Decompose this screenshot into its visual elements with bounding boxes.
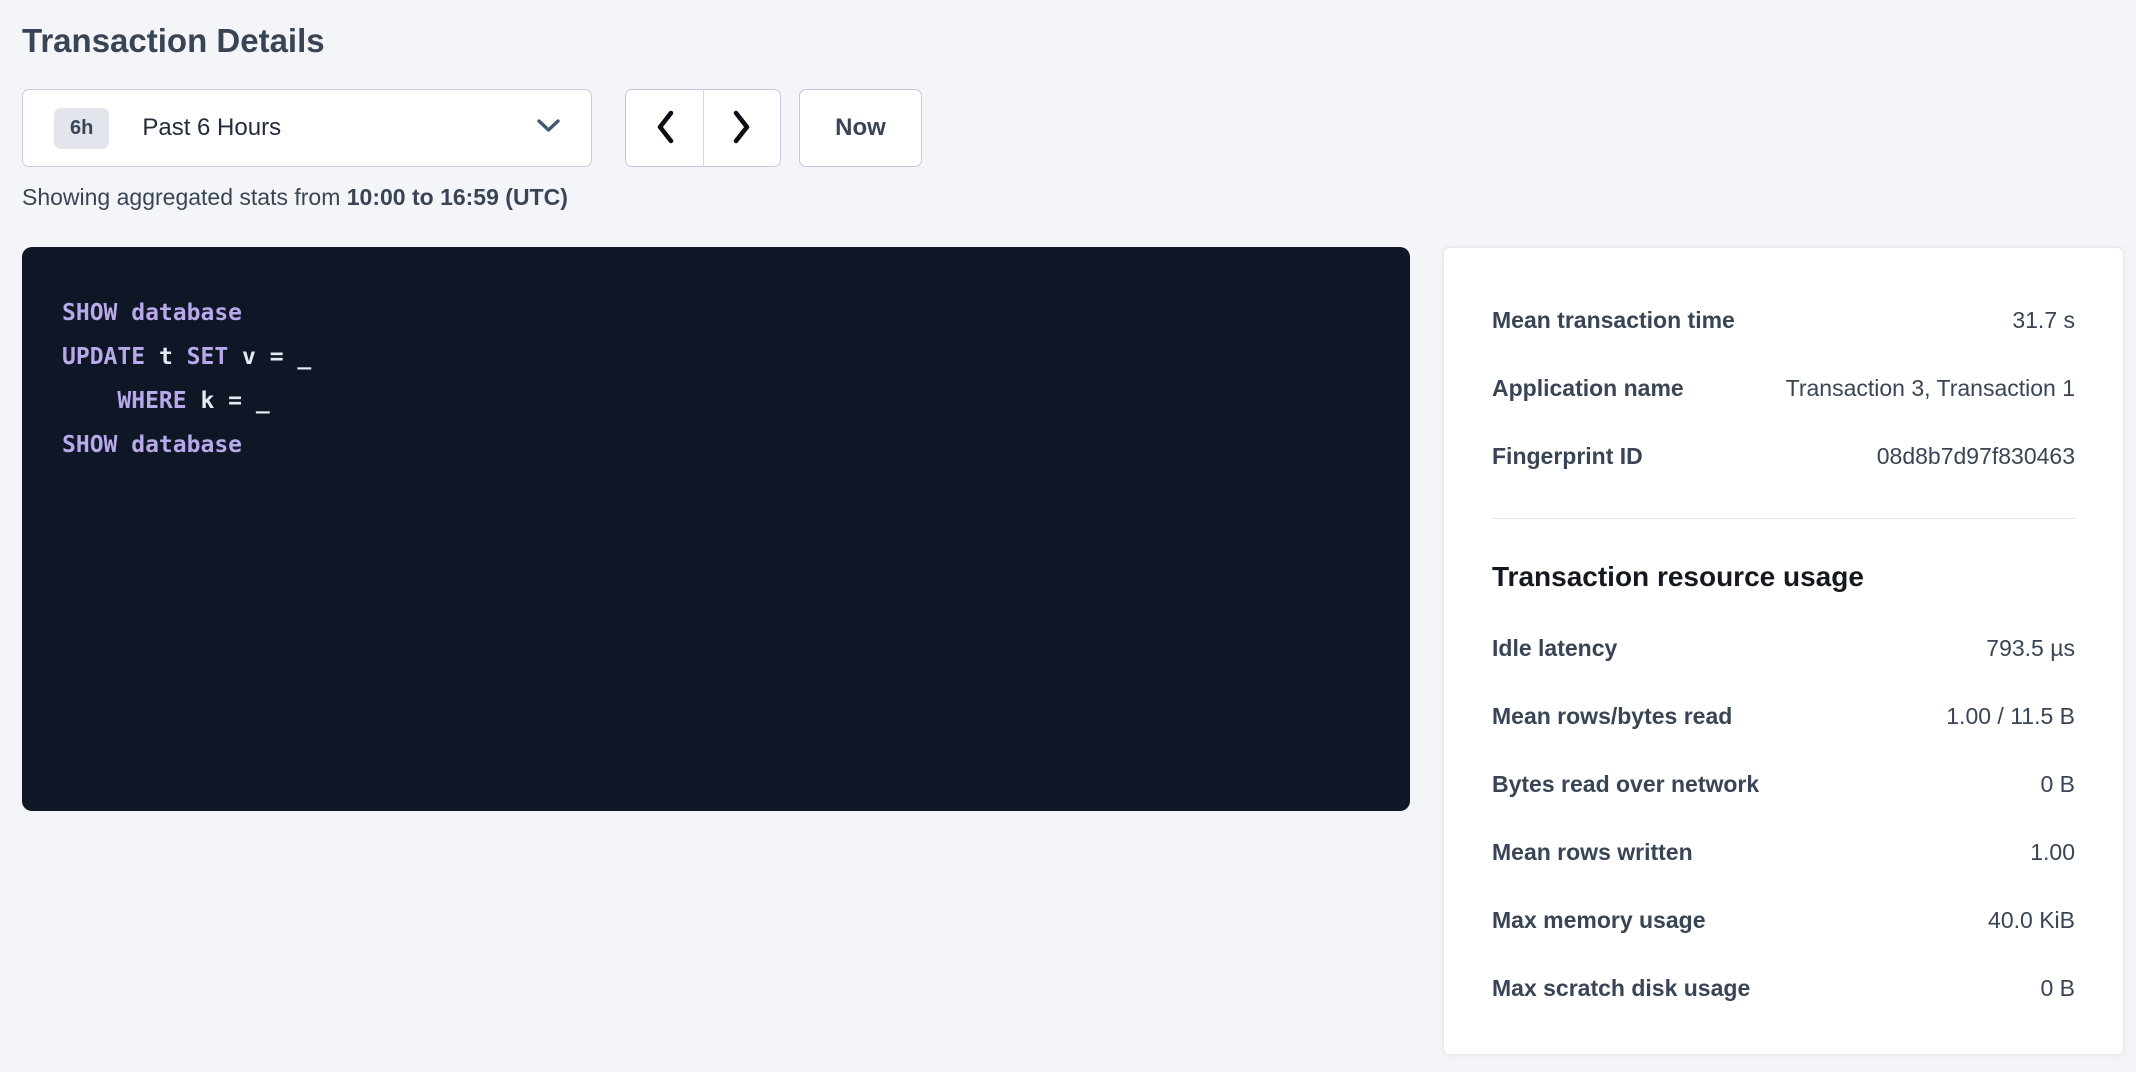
sql-line: SHOW database	[62, 423, 1370, 467]
stat-row: Mean rows/bytes read 1.00 / 11.5 B	[1492, 702, 2075, 730]
chevron-left-icon	[654, 109, 676, 148]
stat-row: Max scratch disk usage 0 B	[1492, 974, 2075, 1002]
aggregation-note-range: 10:00 to 16:59 (UTC)	[347, 184, 568, 210]
stat-value: 31.7 s	[2012, 306, 2075, 334]
aggregation-note-prefix: Showing aggregated stats from	[22, 184, 347, 210]
sql-statements-box: SHOW database UPDATE t SET v = _ WHERE k …	[22, 247, 1410, 811]
chevron-right-icon	[731, 109, 753, 148]
transaction-stats-card: Mean transaction time 31.7 s Application n…	[1443, 247, 2124, 1055]
page-title: Transaction Details	[22, 20, 2124, 61]
stat-value: Transaction 3, Transaction 1	[1786, 374, 2075, 402]
sql-keyword: SET	[187, 344, 229, 370]
stat-label: Mean rows written	[1492, 838, 1693, 866]
stat-label: Fingerprint ID	[1492, 442, 1643, 470]
chevron-down-icon	[536, 118, 561, 138]
stat-value: 40.0 KiB	[1988, 906, 2075, 934]
sql-line: WHERE k = _	[62, 379, 1370, 423]
prev-time-button[interactable]	[626, 90, 703, 166]
sql-keyword: WHERE	[117, 388, 186, 414]
sql-keyword: UPDATE	[62, 344, 145, 370]
stat-row: Idle latency 793.5 µs	[1492, 634, 2075, 662]
time-nav-group	[625, 89, 781, 167]
stat-label: Idle latency	[1492, 634, 1617, 662]
time-range-label: Past 6 Hours	[142, 114, 536, 142]
stat-label: Bytes read over network	[1492, 770, 1759, 798]
stat-label: Mean rows/bytes read	[1492, 702, 1732, 730]
sql-keyword: SHOW database	[62, 432, 242, 458]
stat-value: 793.5 µs	[1986, 634, 2075, 662]
stat-label: Mean transaction time	[1492, 306, 1735, 334]
sql-keyword: SHOW database	[62, 300, 242, 326]
sql-line: SHOW database	[62, 291, 1370, 335]
card-divider	[1492, 518, 2075, 519]
stat-row: Bytes read over network 0 B	[1492, 770, 2075, 798]
stat-row: Mean transaction time 31.7 s	[1492, 306, 2075, 334]
stat-label: Application name	[1492, 374, 1684, 402]
aggregation-note: Showing aggregated stats from 10:00 to 1…	[22, 184, 2124, 210]
stat-value: 0 B	[2040, 974, 2075, 1002]
time-toolbar: 6h Past 6 Hours Now	[22, 89, 2124, 167]
sql-text	[62, 388, 117, 414]
now-button[interactable]: Now	[799, 89, 922, 167]
time-range-dropdown[interactable]: 6h Past 6 Hours	[22, 89, 592, 167]
resource-rows: Idle latency 793.5 µs Mean rows/bytes read…	[1492, 634, 2075, 1002]
stat-row: Fingerprint ID 08d8b7d97f830463	[1492, 442, 2075, 470]
stat-label: Max memory usage	[1492, 906, 1705, 934]
sql-line: UPDATE t SET v = _	[62, 335, 1370, 379]
stat-row: Mean rows written 1.00	[1492, 838, 2075, 866]
stat-label: Max scratch disk usage	[1492, 974, 1750, 1002]
main-content: SHOW database UPDATE t SET v = _ WHERE k …	[22, 247, 2124, 1055]
stat-value: 1.00	[2030, 838, 2075, 866]
sql-text: v = _	[228, 344, 311, 370]
overview-rows: Mean transaction time 31.7 s Application n…	[1492, 306, 2075, 470]
stat-row: Application name Transaction 3, Transacti…	[1492, 374, 2075, 402]
sql-text: t	[145, 344, 187, 370]
next-time-button[interactable]	[703, 90, 780, 166]
stat-row: Max memory usage 40.0 KiB	[1492, 906, 2075, 934]
sql-text: k = _	[187, 388, 270, 414]
stat-value: 08d8b7d97f830463	[1877, 442, 2075, 470]
time-range-badge: 6h	[54, 108, 109, 149]
stat-value: 0 B	[2040, 770, 2075, 798]
resource-usage-heading: Transaction resource usage	[1492, 560, 2075, 594]
stat-value: 1.00 / 11.5 B	[1946, 702, 2075, 730]
